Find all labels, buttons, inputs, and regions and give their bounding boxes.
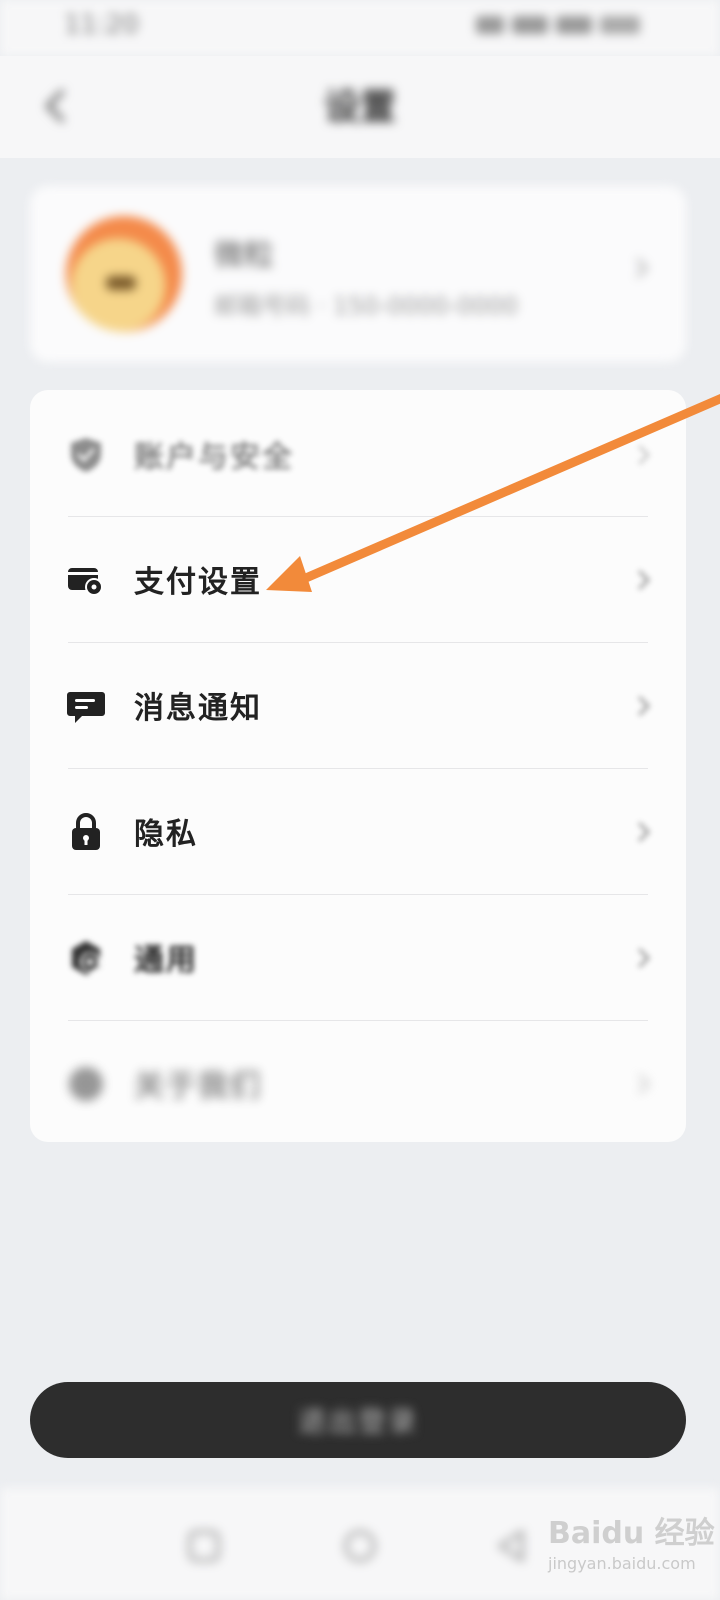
chevron-right-icon [632, 946, 656, 970]
back-nav-button[interactable] [490, 1524, 534, 1568]
status-icons [400, 14, 640, 36]
profile-name: 微粒 [214, 238, 274, 273]
status-time: 11:20 [64, 10, 139, 40]
logout-label: 退出登录 [297, 1405, 418, 1438]
watermark-brand: Baidu 经验 [548, 1516, 715, 1551]
settings-item-general[interactable]: 通用 [30, 895, 686, 1021]
chevron-right-icon [636, 258, 649, 278]
profile-subtitle: 邮箱号码 · 150-0000-0000 [214, 292, 519, 320]
settings-item-notifications[interactable]: 消息通知 [30, 643, 686, 769]
profile-card[interactable]: 微粒 邮箱号码 · 150-0000-0000 [30, 186, 686, 362]
chat-bubble-icon [66, 686, 106, 726]
circle-icon [344, 1530, 376, 1562]
settings-item-payment[interactable]: 支付设置 [30, 517, 686, 643]
settings-item-about[interactable]: 关于我们 [30, 1021, 686, 1147]
avatar [66, 216, 182, 332]
home-button[interactable] [338, 1524, 382, 1568]
recents-button[interactable] [182, 1524, 226, 1568]
signal-icon [512, 16, 548, 34]
settings-item-label: 通用 [134, 943, 198, 978]
watermark-url: jingyan.baidu.com [548, 1554, 696, 1573]
back-triangle-icon [498, 1530, 524, 1562]
gear-icon [66, 938, 106, 978]
square-icon [188, 1530, 220, 1562]
chevron-right-icon [632, 820, 656, 844]
settings-item-privacy[interactable]: 隐私 [30, 769, 686, 895]
settings-item-label: 消息通知 [134, 691, 262, 726]
settings-item-label: 隐私 [134, 817, 198, 852]
chevron-right-icon [632, 1072, 656, 1096]
page-title: 设置 [323, 87, 396, 128]
watermark: Baidu 经验 jingyan.baidu.com [548, 1508, 718, 1594]
sim-icon [476, 16, 504, 34]
wifi-icon [556, 16, 592, 34]
chevron-right-icon [632, 443, 656, 467]
avatar-face [106, 276, 136, 290]
wallet-gear-icon [66, 560, 106, 600]
logout-button[interactable]: 退出登录 [30, 1382, 686, 1458]
settings-item-label: 关于我们 [134, 1069, 262, 1104]
status-bar: 11:20 [0, 0, 720, 56]
settings-item-label: 支付设置 [134, 565, 262, 600]
settings-list: 账户与安全 支付设置 消息通知 隐私 通用 关于我们 [30, 390, 686, 1142]
info-icon [66, 1064, 106, 1104]
chevron-right-icon [632, 694, 656, 718]
header: 设置 [0, 56, 720, 158]
settings-item-account-security[interactable]: 账户与安全 [30, 392, 686, 518]
chevron-right-icon [632, 568, 656, 592]
battery-icon [600, 16, 640, 34]
shield-check-icon [66, 435, 106, 475]
settings-item-label: 账户与安全 [134, 440, 294, 475]
lock-icon [66, 812, 106, 852]
